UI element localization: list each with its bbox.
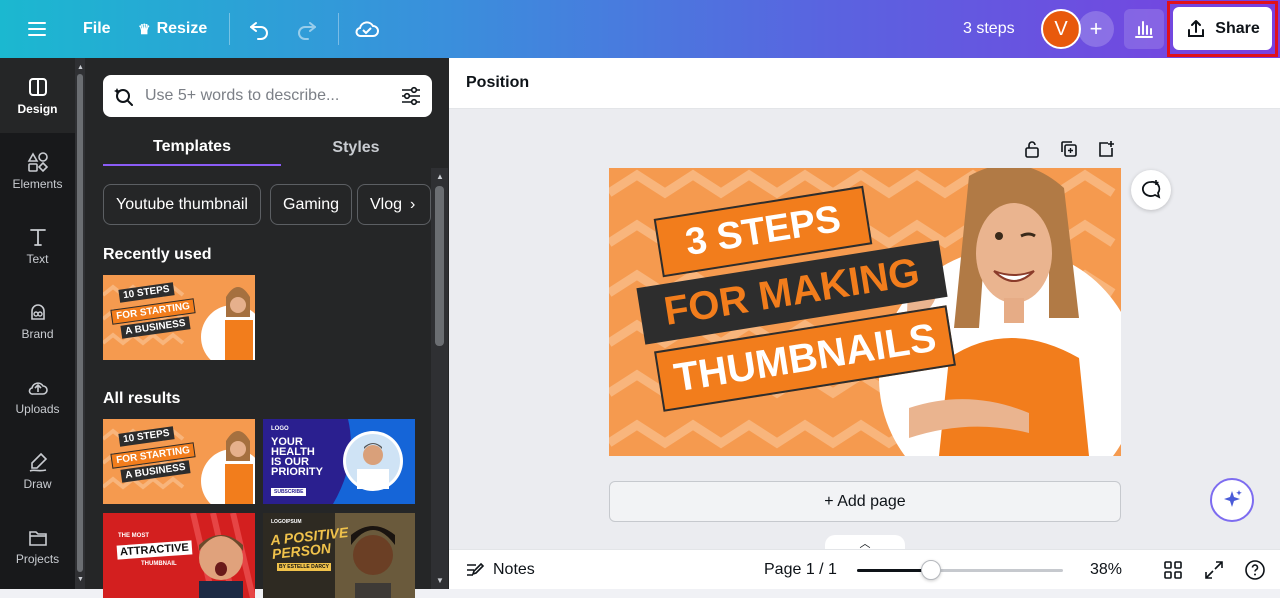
zoom-level[interactable]: 38%	[1090, 550, 1122, 590]
notes-icon	[467, 562, 485, 576]
thumb-text-block: YOUR HEALTH IS OUR PRIORITY	[271, 437, 331, 478]
add-page-button[interactable]: + Add page	[609, 481, 1121, 522]
text-icon	[29, 228, 46, 246]
chip-vlog[interactable]: Vlog ›	[357, 184, 431, 225]
scroll-down-icon[interactable]: ▼	[436, 576, 444, 585]
menu-icon[interactable]	[26, 0, 48, 58]
rail-label: Design	[17, 101, 58, 116]
panel-scrollbar[interactable]: ▲ ▼	[431, 168, 448, 589]
crown-icon: ♛	[138, 20, 151, 37]
notes-label: Notes	[493, 561, 535, 578]
scroll-up-icon[interactable]: ▲	[77, 64, 84, 71]
rail-label: Brand	[21, 326, 54, 341]
rail-item-draw[interactable]: Draw	[0, 433, 75, 508]
rail-label: Draw	[23, 476, 52, 491]
design-icon	[28, 77, 47, 96]
projects-icon	[28, 530, 47, 546]
context-toolbar: Position	[449, 58, 1280, 109]
top-toolbar: File ♛ Resize 3 steps V + Share	[0, 0, 1280, 58]
chevron-right-icon[interactable]: ›	[410, 196, 415, 214]
rail-item-text[interactable]: Text	[0, 208, 75, 283]
invite-plus-icon[interactable]: +	[1078, 11, 1114, 47]
scroll-up-icon[interactable]: ▲	[436, 172, 444, 181]
rail-item-uploads[interactable]: Uploads	[0, 358, 75, 433]
notes-button[interactable]: Notes	[465, 550, 535, 590]
rail-scrollbar[interactable]: ▲ ▼	[75, 58, 85, 589]
elements-icon	[27, 151, 48, 172]
avatar[interactable]: V	[1041, 9, 1081, 49]
toolbar-divider	[229, 13, 230, 45]
thumb-text: THUMBNAIL	[141, 561, 177, 567]
bottom-toolbar: Notes Page 1 / 1 38%	[449, 549, 1280, 589]
resize-label: Resize	[156, 20, 208, 37]
add-page-icon[interactable]	[1096, 139, 1116, 164]
add-comment-icon[interactable]	[1131, 170, 1171, 210]
cloud-saved-icon[interactable]	[354, 0, 380, 58]
chip-youtube-thumbnail[interactable]: Youtube thumbnail	[103, 184, 261, 225]
undo-icon[interactable]	[247, 0, 271, 58]
rail-item-design[interactable]: Design	[0, 58, 75, 133]
rail-label: Elements	[12, 176, 63, 191]
design-page[interactable]: 3 STEPS FOR MAKING THUMBNAILS	[609, 168, 1121, 456]
rail-item-elements[interactable]: Elements	[0, 133, 75, 208]
rail-item-projects[interactable]: Projects	[0, 508, 75, 583]
template-thumb-result-1[interactable]: 10 STEPS FOR STARTING A BUSINESS	[103, 419, 255, 504]
grid-view-icon[interactable]	[1163, 550, 1183, 590]
share-highlight-box	[1167, 1, 1278, 57]
rail-scroll-thumb[interactable]	[77, 74, 83, 572]
rail-label: Text	[26, 251, 49, 266]
zoom-slider[interactable]	[857, 560, 1063, 580]
thumb-text: PRIORITY	[271, 466, 323, 478]
template-thumb-result-4[interactable]: LOGOIPSUM A POSITIVE PERSON BY ESTELLE D…	[263, 513, 415, 598]
brand-icon	[30, 303, 45, 320]
magic-search-icon	[114, 88, 133, 106]
thumb-text: BY ESTELLE DARCY	[277, 563, 331, 571]
thumb-text: THE MOST	[118, 533, 149, 539]
all-results-heading: All results	[103, 390, 181, 407]
rail-item-brand[interactable]: Brand	[0, 283, 75, 358]
chip-gaming[interactable]: Gaming	[270, 184, 353, 225]
toolbar-divider	[338, 13, 339, 45]
rail-label: Projects	[15, 551, 60, 566]
redo-icon[interactable]	[295, 0, 319, 58]
draw-icon	[29, 452, 47, 472]
panel-scroll-thumb[interactable]	[435, 186, 444, 346]
template-thumb-result-2[interactable]: LOGO YOUR HEALTH IS OUR PRIORITY SUBSCRI…	[263, 419, 415, 504]
scroll-down-icon[interactable]: ▼	[77, 576, 84, 583]
rail-label: Uploads	[15, 401, 60, 416]
filter-icon[interactable]	[400, 85, 422, 107]
page-indicator[interactable]: Page 1 / 1	[764, 550, 837, 590]
template-thumb-recent[interactable]: 10 STEPS FOR STARTING A BUSINESS	[103, 275, 255, 360]
thumb-text: LOGOIPSUM	[271, 519, 302, 525]
zoom-slider-fill	[857, 569, 931, 572]
resize-button[interactable]: ♛ Resize	[138, 0, 207, 58]
recently-used-heading: Recently used	[103, 246, 212, 263]
thumb-text: SUBSCRIBE	[271, 488, 307, 496]
tab-styles[interactable]: Styles	[281, 130, 431, 166]
left-nav-rail: Design Elements Text Brand Uploads Draw …	[0, 58, 75, 589]
tab-templates[interactable]: Templates	[103, 130, 281, 166]
thumb-text: LOGO	[271, 426, 289, 432]
zoom-slider-handle[interactable]	[921, 560, 941, 580]
templates-panel: Use 5+ words to describe... Templates St…	[75, 58, 449, 598]
magic-assistant-icon[interactable]	[1210, 478, 1254, 522]
chip-vlog-label: Vlog	[370, 195, 403, 213]
file-menu-button[interactable]: File	[83, 0, 111, 58]
search-input[interactable]: Use 5+ words to describe...	[135, 87, 400, 105]
document-title[interactable]: 3 steps	[963, 0, 1015, 58]
lock-icon[interactable]	[1022, 139, 1042, 164]
template-search-box[interactable]: Use 5+ words to describe...	[103, 75, 432, 117]
fullscreen-icon[interactable]	[1204, 550, 1224, 590]
duplicate-page-icon[interactable]	[1059, 139, 1079, 164]
help-icon[interactable]	[1244, 550, 1266, 590]
uploads-icon	[28, 381, 48, 395]
position-button[interactable]: Position	[466, 74, 529, 92]
analytics-icon[interactable]	[1124, 9, 1164, 49]
template-thumb-result-3[interactable]: THE MOST ATTRACTIVE THUMBNAIL	[103, 513, 255, 598]
